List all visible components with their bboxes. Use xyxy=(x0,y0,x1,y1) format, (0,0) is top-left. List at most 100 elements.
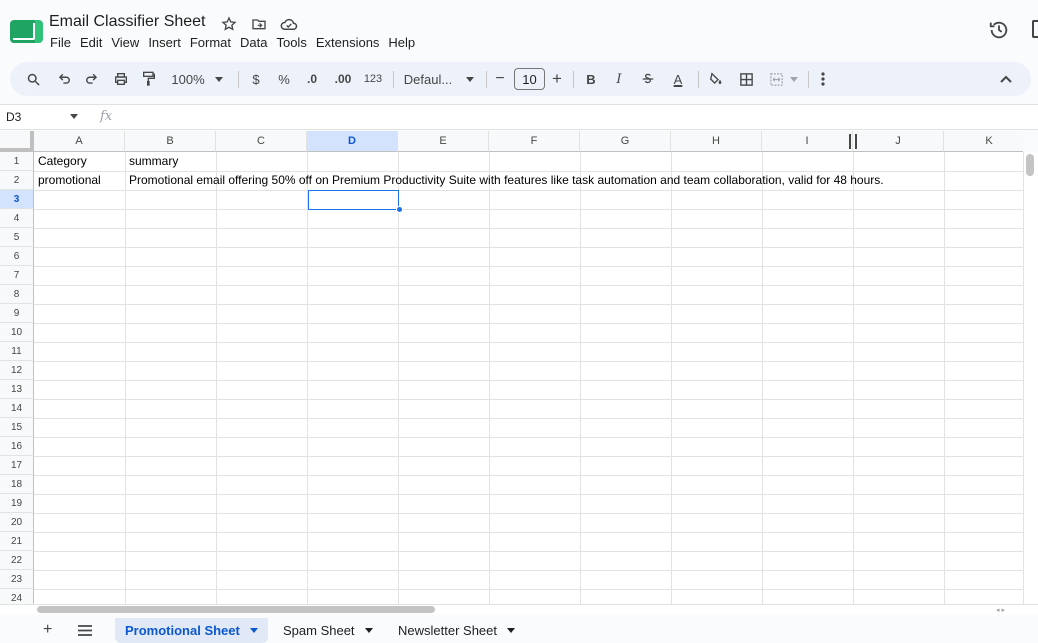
print-icon[interactable] xyxy=(110,62,132,96)
menu-extensions[interactable]: Extensions xyxy=(314,35,387,50)
fill-color-icon[interactable] xyxy=(706,62,726,96)
menu-file[interactable]: File xyxy=(48,35,78,50)
column-header-f[interactable]: F xyxy=(489,131,580,152)
row-header-11[interactable]: 11 xyxy=(0,342,34,361)
row-header-15[interactable]: 15 xyxy=(0,418,34,437)
chevron-down-icon[interactable] xyxy=(249,628,258,633)
star-icon[interactable] xyxy=(220,15,238,33)
row-header-10[interactable]: 10 xyxy=(0,323,34,342)
cell-a1[interactable]: Category xyxy=(38,152,87,171)
row-header-1[interactable]: 1 xyxy=(0,152,34,171)
number-format-button[interactable]: 123 xyxy=(361,62,385,96)
cell-b1[interactable]: summary xyxy=(129,152,178,171)
vertical-scrollbar-thumb[interactable] xyxy=(1026,154,1034,176)
bold-button[interactable]: B xyxy=(583,62,599,96)
redo-icon[interactable] xyxy=(81,62,103,96)
search-icon[interactable] xyxy=(22,62,44,96)
column-header-i[interactable]: I xyxy=(762,131,853,152)
row-header-5[interactable]: 5 xyxy=(0,228,34,247)
vertical-scrollbar[interactable] xyxy=(1023,152,1038,604)
font-size-input[interactable]: 10 xyxy=(514,68,545,90)
row-header-20[interactable]: 20 xyxy=(0,513,34,532)
row-header-16[interactable]: 16 xyxy=(0,437,34,456)
chevron-down-icon[interactable] xyxy=(70,114,78,119)
text-color-button[interactable]: A xyxy=(667,62,689,96)
fill-handle[interactable] xyxy=(396,206,403,213)
horizontal-scrollbar[interactable]: ◂ ▸ xyxy=(0,604,1038,614)
row-header-24[interactable]: 24 xyxy=(0,589,34,604)
toolbar: 100% $ % .0 .00 123 Defaul... − 10 + B I… xyxy=(10,62,1031,96)
merge-cells-icon[interactable] xyxy=(766,62,800,96)
decrease-font-size-button[interactable]: − xyxy=(492,62,508,96)
version-history-icon[interactable] xyxy=(988,19,1010,41)
row-header-8[interactable]: 8 xyxy=(0,285,34,304)
font-family-select[interactable]: Defaul... xyxy=(403,62,475,96)
chevron-down-icon[interactable] xyxy=(507,628,515,633)
menu-data[interactable]: Data xyxy=(238,35,274,50)
row-header-4[interactable]: 4 xyxy=(0,209,34,228)
borders-icon[interactable] xyxy=(736,62,756,96)
select-all-corner[interactable] xyxy=(0,131,34,152)
currency-button[interactable]: $ xyxy=(248,62,264,96)
row-header-18[interactable]: 18 xyxy=(0,475,34,494)
horizontal-scrollbar-thumb[interactable] xyxy=(37,606,435,613)
more-vertical-icon[interactable] xyxy=(816,62,830,96)
add-sheet-icon[interactable]: + xyxy=(43,621,52,639)
chevron-down-icon[interactable] xyxy=(364,628,373,633)
all-sheets-icon[interactable] xyxy=(78,623,92,641)
column-resize-handle[interactable] xyxy=(849,134,857,149)
italic-button[interactable]: I xyxy=(611,62,627,96)
undo-icon[interactable] xyxy=(53,62,75,96)
document-title[interactable]: Email Classifier Sheet xyxy=(49,13,206,31)
increase-decimal-button[interactable]: .00 xyxy=(331,62,355,96)
sheets-logo-icon[interactable] xyxy=(10,20,43,43)
percent-button[interactable]: % xyxy=(276,62,292,96)
row-header-9[interactable]: 9 xyxy=(0,304,34,323)
column-header-h[interactable]: H xyxy=(671,131,762,152)
selected-cell-d3[interactable] xyxy=(308,190,399,210)
menu-tools[interactable]: Tools xyxy=(274,35,313,50)
menu-insert[interactable]: Insert xyxy=(146,35,188,50)
scroll-arrows-icon[interactable]: ◂ ▸ xyxy=(996,606,1005,614)
sheet-tab-newsletter[interactable]: Newsletter Sheet xyxy=(388,618,525,643)
row-header-23[interactable]: 23 xyxy=(0,570,34,589)
cell-b2[interactable]: Promotional email offering 50% off on Pr… xyxy=(129,171,884,190)
move-to-folder-icon[interactable] xyxy=(250,15,268,33)
row-header-17[interactable]: 17 xyxy=(0,456,34,475)
row-header-7[interactable]: 7 xyxy=(0,266,34,285)
side-panel-toggle-icon[interactable] xyxy=(1032,20,1038,38)
column-header-a[interactable]: A xyxy=(34,131,125,152)
column-header-d[interactable]: D xyxy=(307,131,398,152)
row-header-22[interactable]: 22 xyxy=(0,551,34,570)
column-header-e[interactable]: E xyxy=(398,131,489,152)
zoom-select[interactable]: 100% xyxy=(168,62,226,96)
column-header-k[interactable]: K xyxy=(944,131,1023,152)
cell-a2[interactable]: promotional xyxy=(38,171,101,190)
column-header-b[interactable]: B xyxy=(125,131,216,152)
increase-font-size-button[interactable]: + xyxy=(549,62,565,96)
decrease-decimal-button[interactable]: .0 xyxy=(302,62,322,96)
sheet-tab-spam[interactable]: Spam Sheet xyxy=(273,618,383,643)
column-header-c[interactable]: C xyxy=(216,131,307,152)
paint-format-icon[interactable] xyxy=(138,62,160,96)
row-header-21[interactable]: 21 xyxy=(0,532,34,551)
name-box[interactable]: D3 xyxy=(6,110,21,124)
menu-help[interactable]: Help xyxy=(386,35,422,50)
row-header-2[interactable]: 2 xyxy=(0,171,34,190)
menu-edit[interactable]: Edit xyxy=(78,35,109,50)
column-header-g[interactable]: G xyxy=(580,131,671,152)
row-header-6[interactable]: 6 xyxy=(0,247,34,266)
spreadsheet-grid[interactable]: A B C D E F G H I J K 1 2 3 4 5 6 7 8 9 … xyxy=(0,131,1023,604)
strikethrough-icon[interactable] xyxy=(639,62,657,96)
row-header-14[interactable]: 14 xyxy=(0,399,34,418)
row-header-13[interactable]: 13 xyxy=(0,380,34,399)
column-header-j[interactable]: J xyxy=(853,131,944,152)
sheet-tab-promotional[interactable]: Promotional Sheet xyxy=(115,618,268,643)
chevron-up-icon[interactable] xyxy=(996,62,1016,96)
cloud-status-icon[interactable] xyxy=(280,15,298,33)
menu-format[interactable]: Format xyxy=(188,35,238,50)
row-header-12[interactable]: 12 xyxy=(0,361,34,380)
row-header-3[interactable]: 3 xyxy=(0,190,34,209)
menu-view[interactable]: View xyxy=(109,35,146,50)
row-header-19[interactable]: 19 xyxy=(0,494,34,513)
